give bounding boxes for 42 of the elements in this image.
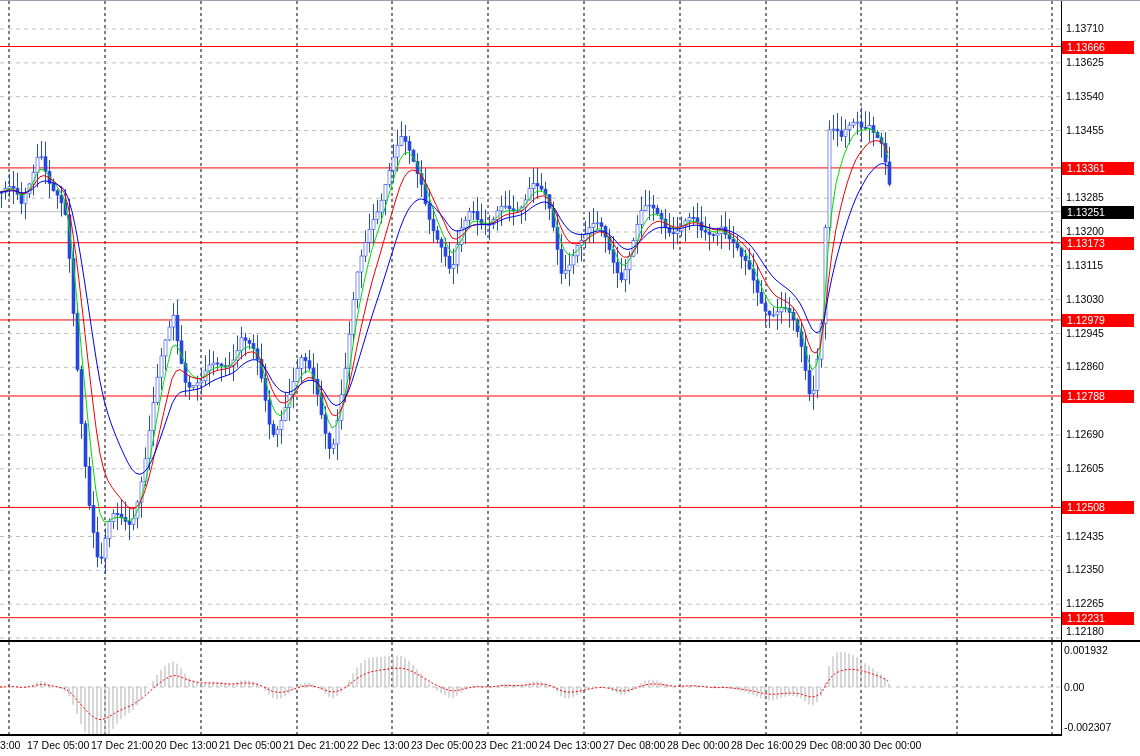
price-axis-label: 1.13625 (1066, 56, 1104, 68)
price-level-label: 1.12979 (1062, 313, 1134, 327)
price-axis-label: 1.13710 (1066, 23, 1104, 34)
price-level-label: 1.13361 (1062, 161, 1134, 175)
price-axis-label: 1.12945 (1066, 327, 1104, 338)
time-axis-label: 23 Dec 05:00 (411, 740, 474, 751)
time-axis-label: 29 Dec 08:00 (795, 740, 858, 751)
time-axis-label: 20 Dec 13:00 (155, 740, 218, 751)
price-axis-label: 1.12435 (1066, 530, 1104, 541)
price-axis-label: 1.12180 (1066, 626, 1104, 637)
time-axis-label: 28 Dec 00:00 (667, 740, 730, 751)
time-axis-label: 21 Dec 21:00 (283, 740, 346, 751)
price-level-label: 1.13666 (1062, 40, 1134, 54)
time-axis-label: 17 Dec 05:00 (27, 740, 90, 751)
price-axis-label: 1.13115 (1066, 259, 1104, 271)
current-price-label: 1.13251 (1062, 205, 1134, 219)
oscillator-axis-label: 0.00 (1064, 682, 1085, 693)
time-axis-label: 30 Dec 00:00 (859, 740, 922, 751)
price-level-label: 1.12508 (1062, 501, 1134, 515)
time-axis-label: 27 Dec 08:00 (603, 740, 666, 751)
price-axis-label: 1.12860 (1066, 361, 1104, 372)
time-axis-label: 24 Dec 13:00 (539, 740, 602, 751)
price-axis-label: 1.13200 (1066, 226, 1104, 237)
price-axis-label: 1.13455 (1066, 124, 1104, 135)
price-axis-label: 1.12350 (1066, 564, 1104, 575)
oscillator-axis-label: 0.001932 (1064, 645, 1108, 656)
time-axis-label: 28 Dec 16:00 (731, 740, 794, 751)
time-axis-label: 23 Dec 21:00 (475, 740, 538, 751)
time-axis-label: 21 Dec 05:00 (219, 740, 282, 751)
time-axis-label: 22 Dec 13:00 (347, 740, 410, 751)
time-axis-label: 3:00 (0, 740, 21, 751)
price-axis-label: 1.12265 (1066, 598, 1104, 609)
price-axis-label: 1.13030 (1066, 293, 1104, 305)
price-level-label: 1.12231 (1062, 611, 1134, 625)
price-axis-label: 1.12690 (1066, 429, 1104, 440)
price-axis-label: 1.12605 (1066, 462, 1104, 474)
oscillator-axis-label: -0.002307 (1064, 722, 1112, 733)
price-level-label: 1.12788 (1062, 390, 1134, 403)
price-axis-label: 1.13285 (1066, 192, 1104, 203)
time-axis-label: 17 Dec 21:00 (91, 740, 154, 751)
price-axis-label: 1.13540 (1066, 90, 1104, 102)
price-level-label: 1.13173 (1062, 236, 1134, 250)
